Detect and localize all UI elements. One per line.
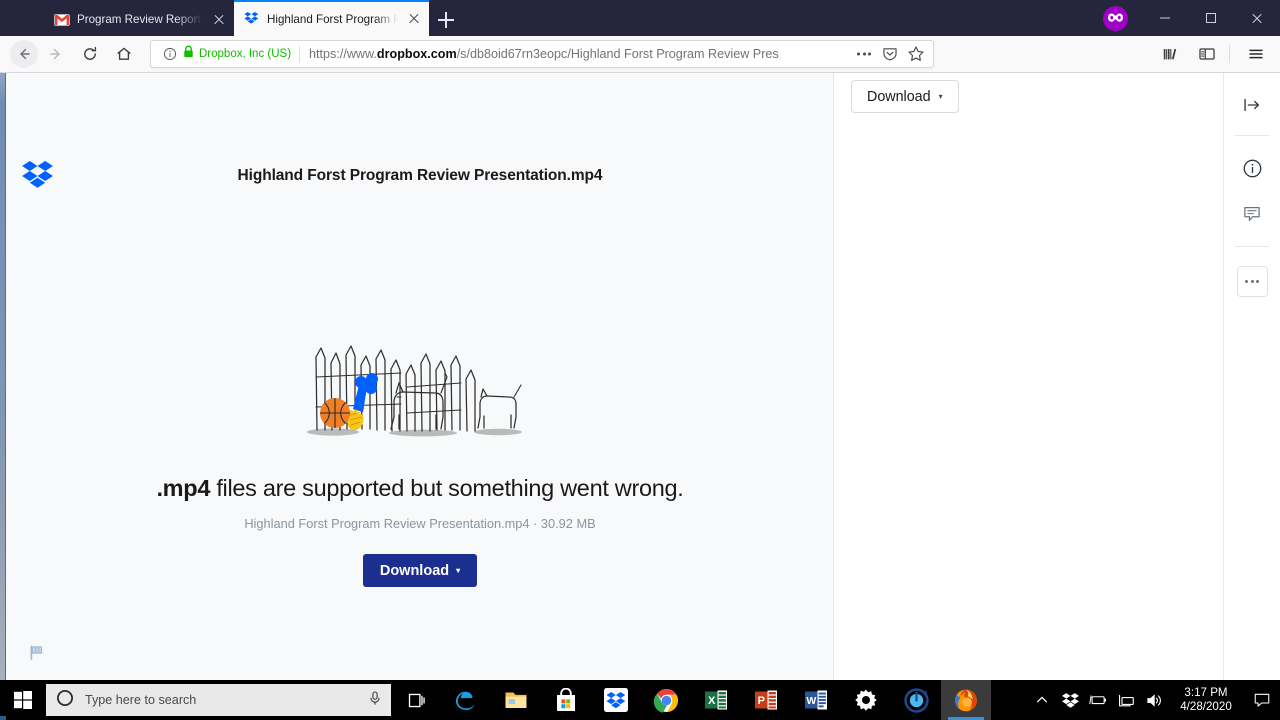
url-text[interactable]: https://www.dropbox.com/s/db8oid67rn3eop… (309, 47, 851, 61)
tab-title: Program Review Report and Pre (77, 13, 203, 26)
file-preview-column: Highland Forst Program Review Presentati… (6, 73, 834, 680)
task-view-icon[interactable] (391, 680, 441, 720)
tab-title: Highland Forst Program Review (267, 12, 398, 26)
download-panel-button[interactable]: Download ▾ (851, 80, 959, 113)
error-headline: .mp4 files are supported but something w… (6, 475, 834, 502)
file-meta: Highland Forst Program Review Presentati… (244, 516, 596, 531)
ellipsis-icon[interactable] (851, 42, 877, 66)
unsupported-preview-empty-state: .mp4 files are supported but something w… (6, 335, 834, 587)
page-info-icon[interactable] (157, 42, 183, 66)
home-icon[interactable] (108, 40, 140, 68)
tab-strip: Program Review Report and Pre Highland F… (0, 0, 1280, 36)
url-domain: dropbox.com (376, 47, 457, 61)
system-tray: 3:17 PM 4/28/2020 (1028, 680, 1280, 720)
error-headline-rest: files are supported but something went w… (210, 475, 684, 501)
taskbar-edge-accent (0, 716, 6, 720)
title-bar-controls (1103, 0, 1280, 36)
sidebar-toggle-icon[interactable] (1191, 40, 1223, 68)
tabstrip-padding (0, 0, 44, 36)
volume-icon[interactable] (1140, 680, 1168, 720)
bone-shape (353, 373, 378, 412)
search-placeholder: Type here to search (85, 693, 197, 707)
browser-tab-dropbox[interactable]: Highland Forst Program Review (234, 0, 429, 36)
taskbar-app-dropbox[interactable] (591, 680, 641, 720)
mask-icon[interactable] (1103, 5, 1128, 31)
taskbar-app-word[interactable]: W (791, 680, 841, 720)
microphone-icon[interactable] (367, 690, 383, 711)
error-headline-extension: .mp4 (156, 475, 211, 501)
address-bar[interactable]: Dropbox, Inc (US) https://www.dropbox.co… (150, 40, 934, 68)
maximize-button[interactable] (1188, 0, 1234, 36)
tab-close-icon[interactable] (405, 10, 423, 28)
padlock-icon (183, 45, 194, 63)
search-input[interactable]: Type here to search (46, 684, 391, 716)
back-arrow-icon[interactable] (10, 40, 38, 68)
taskbar-app-blue-circle[interactable] (891, 680, 941, 720)
taskbar-app-chrome[interactable] (641, 680, 691, 720)
rail-divider (1235, 246, 1269, 247)
reload-icon[interactable] (74, 40, 106, 68)
more-options-box (1236, 265, 1268, 297)
clock-time: 3:17 PM (1184, 686, 1228, 699)
toolbar-divider (1229, 45, 1230, 63)
rail-divider (1235, 135, 1269, 136)
clock[interactable]: 3:17 PM 4/28/2020 (1168, 680, 1244, 720)
minimize-button[interactable] (1142, 0, 1188, 36)
taskbar-app-settings[interactable] (841, 680, 891, 720)
battery-icon[interactable] (1084, 680, 1112, 720)
file-details-panel: Download ▾ (835, 73, 1223, 680)
fence-dogs-illustration (307, 345, 522, 437)
svg-text:P: P (758, 695, 765, 707)
collapse-panel-icon[interactable] (1232, 85, 1272, 125)
download-panel-label: Download (867, 88, 931, 105)
close-button[interactable] (1234, 0, 1280, 36)
download-button[interactable]: Download ▾ (362, 554, 478, 587)
report-flag-icon[interactable] (28, 644, 45, 666)
svg-text:X: X (708, 695, 716, 707)
hamburger-menu-icon[interactable] (1240, 40, 1272, 68)
browser-window: Program Review Report and Pre Highland F… (0, 0, 1280, 720)
clock-date: 4/28/2020 (1180, 700, 1232, 713)
comment-bubble-icon[interactable] (1232, 194, 1272, 234)
windows-taskbar: Type here to search X P W 3:17 PM 4/28/2… (0, 680, 1280, 720)
page-title: Highland Forst Program Review Presentati… (237, 167, 603, 184)
library-books-icon[interactable] (1155, 40, 1187, 68)
tab-close-icon[interactable] (210, 11, 228, 29)
new-tab-button[interactable] (429, 3, 463, 36)
basketball-shape (320, 398, 350, 428)
taskbar-app-excel[interactable]: X (691, 680, 741, 720)
forward-arrow-icon (40, 40, 72, 68)
taskbar-app-file-explorer[interactable] (491, 680, 541, 720)
taskbar-app-powerpoint[interactable]: P (741, 680, 791, 720)
gmail-icon (54, 12, 70, 28)
taskbar-app-firefox[interactable] (941, 680, 991, 720)
network-icon[interactable] (1112, 680, 1140, 720)
star-icon[interactable] (903, 42, 929, 66)
taskbar-app-edge[interactable] (441, 680, 491, 720)
site-identity-box[interactable]: Dropbox, Inc (US) (183, 45, 301, 63)
more-options-icon[interactable] (1232, 261, 1272, 301)
windows-start-icon[interactable] (0, 680, 46, 720)
right-icon-rail (1223, 73, 1280, 680)
navigation-toolbar: Dropbox, Inc (US) https://www.dropbox.co… (0, 36, 1280, 73)
url-path: /s/db8oid67rn3eopc/Highland Forst Progra… (456, 47, 779, 61)
action-center-icon[interactable] (1244, 680, 1280, 720)
svg-text:W: W (806, 695, 816, 707)
taskbar-app-microsoft-store[interactable] (541, 680, 591, 720)
cortana-circle-icon (56, 689, 74, 712)
dropbox-icon (244, 11, 260, 27)
download-button-label: Download (379, 562, 450, 579)
page-viewport: Highland Forst Program Review Presentati… (0, 73, 1280, 680)
site-identity-label: Dropbox, Inc (US) (199, 48, 292, 60)
chevron-down-icon: ▾ (938, 91, 943, 101)
browser-tab-gmail[interactable]: Program Review Report and Pre (44, 3, 234, 36)
url-prefix: https://www. (309, 47, 377, 61)
toolbar-right-buttons (1151, 40, 1280, 68)
show-hidden-icons-icon[interactable] (1028, 680, 1056, 720)
pocket-shield-icon[interactable] (877, 42, 903, 66)
dropbox-tray-icon[interactable] (1056, 680, 1084, 720)
info-circle-icon[interactable] (1232, 148, 1272, 188)
chevron-down-icon: ▾ (456, 565, 461, 575)
